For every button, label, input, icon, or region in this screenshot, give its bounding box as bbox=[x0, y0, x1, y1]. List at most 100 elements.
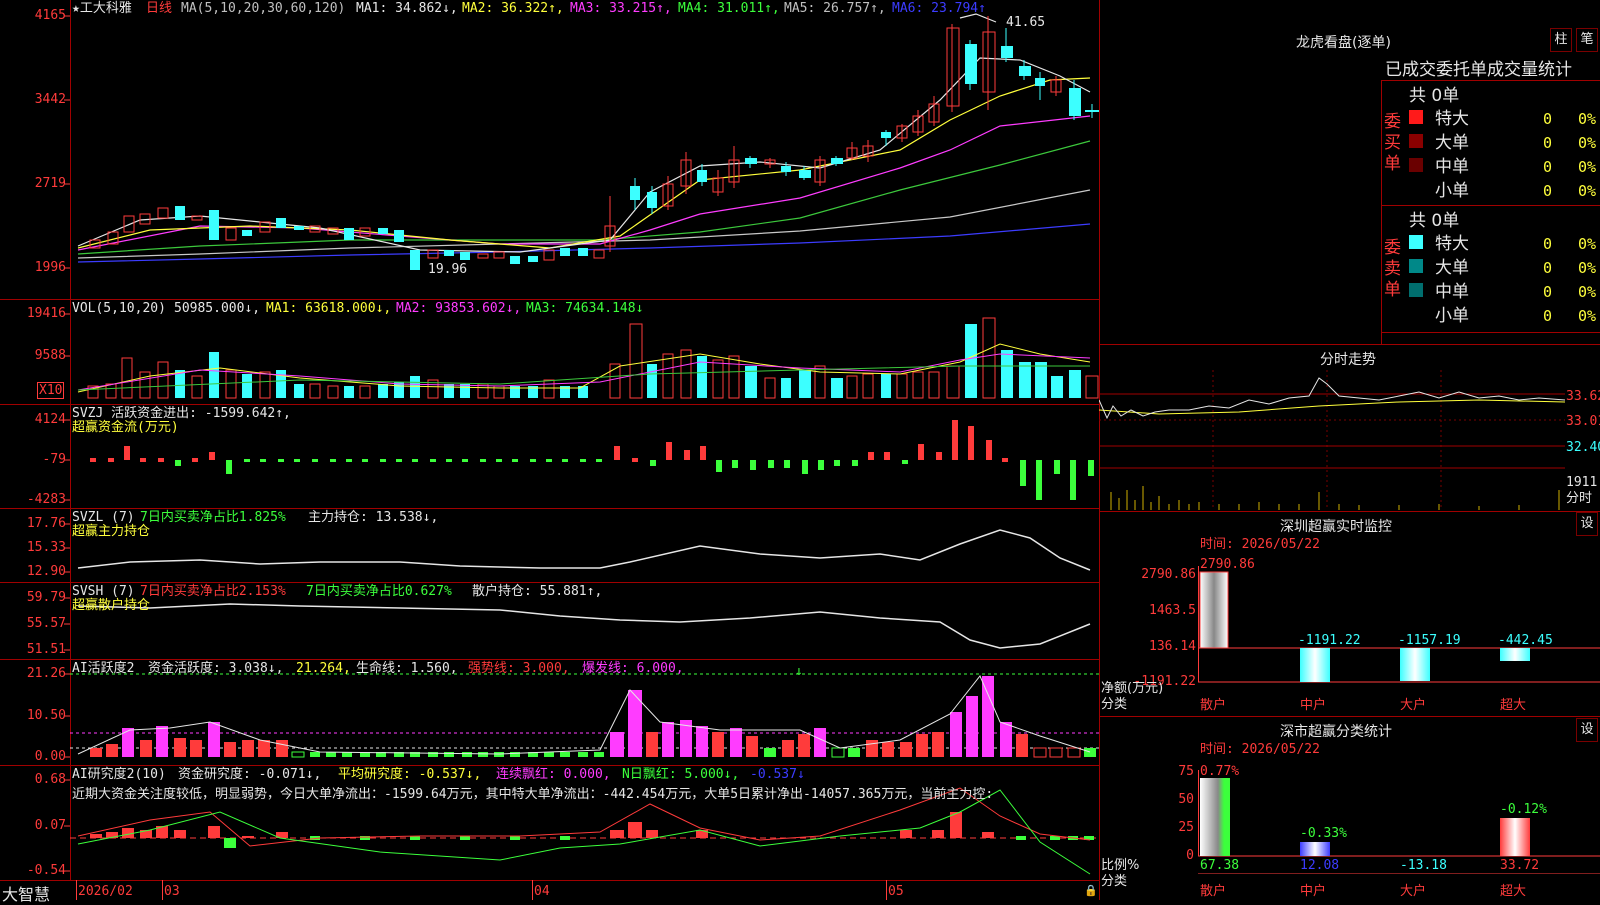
stock-name[interactable]: ★工大科雅 bbox=[72, 1, 132, 16]
unit-label: 分类 bbox=[1101, 697, 1128, 712]
ai-research-e: -0.537↓ bbox=[750, 767, 805, 782]
buy-total: 共 0单 bbox=[1409, 86, 1460, 106]
intraday-chart bbox=[1099, 370, 1565, 510]
ai-active-c: 生命线: 1.560, bbox=[356, 661, 458, 676]
unit-label: 分类 bbox=[1101, 874, 1128, 889]
classify-time: 时间: 2026/05/22 bbox=[1200, 742, 1320, 757]
monitor-time: 时间: 2026/05/22 bbox=[1200, 537, 1320, 552]
category-label: 大户 bbox=[1400, 884, 1427, 899]
unit-label: 净额(万元) bbox=[1101, 681, 1164, 696]
ai-research-b: 平均研究度: -0.537↓, bbox=[338, 767, 482, 782]
category-label: 中户 bbox=[1300, 698, 1327, 713]
axis-label: 136.14 bbox=[1149, 639, 1196, 654]
tick-mode-button[interactable]: 笔 bbox=[1576, 28, 1598, 52]
category-label: 散户 bbox=[1200, 698, 1227, 713]
row-pct: 0% bbox=[1578, 110, 1597, 128]
settings-button[interactable]: 设 bbox=[1576, 718, 1598, 742]
vol-label: VOL(5,10,20) bbox=[72, 301, 166, 316]
buy-side-label: 委买单 bbox=[1384, 112, 1401, 174]
axis-label: 2790.86 bbox=[1141, 567, 1196, 582]
axis-label: 50 bbox=[1178, 792, 1194, 807]
row-name: 特大 bbox=[1435, 234, 1469, 254]
bar-mode-button[interactable]: 柱 bbox=[1550, 28, 1572, 52]
row-name: 小单 bbox=[1435, 181, 1469, 201]
row-pct: 0% bbox=[1578, 158, 1597, 176]
ai-active-a: 资金活跃度: 3.038↓, bbox=[148, 661, 284, 676]
low-price-label: 19.96 bbox=[428, 262, 468, 277]
row-count: 0 bbox=[1542, 158, 1552, 176]
intraday-label: 分时 bbox=[1566, 491, 1593, 506]
category-label: 中户 bbox=[1300, 884, 1327, 899]
lhb-header: 已成交委托单成交量统计 bbox=[1385, 60, 1572, 80]
ma5-value: MA5: 26.757↑, bbox=[784, 1, 886, 16]
axis-label: 25 bbox=[1178, 820, 1194, 835]
sell-side-label: 委卖单 bbox=[1384, 238, 1401, 300]
category-label: 大户 bbox=[1400, 698, 1427, 713]
sell-pcts: 0% 0% 0% 0% bbox=[1578, 232, 1596, 328]
ai-active-d: 强势线: 3.000, bbox=[468, 661, 570, 676]
price-label: 33.01 bbox=[1566, 414, 1600, 429]
classify-title: 深市超赢分类统计 bbox=[1280, 724, 1392, 740]
vol-ma1: MA1: 63618.000↓, bbox=[266, 301, 392, 316]
pct-label: -0.12% bbox=[1500, 802, 1547, 817]
row-name: 中单 bbox=[1435, 157, 1469, 177]
svsh-label: SVSH (7) bbox=[72, 584, 135, 599]
value-label: -13.18 bbox=[1400, 858, 1447, 873]
svzj-sub: 超赢资金流(万元) bbox=[72, 420, 179, 435]
category-label: 超大 bbox=[1500, 698, 1527, 713]
sell-rows: 特大 大单 中单 小单 bbox=[1435, 232, 1469, 328]
row-name: 大单 bbox=[1435, 258, 1469, 278]
value-label: -1157.19 bbox=[1398, 633, 1461, 648]
svzj-label: SVZJ 活跃资金进出: -1599.642↑, bbox=[72, 406, 291, 421]
value-label: 12.08 bbox=[1300, 858, 1340, 873]
row-pct: 0% bbox=[1578, 235, 1597, 253]
value-label: -1191.22 bbox=[1298, 633, 1361, 648]
svsh-pct2: 7日内买卖净占比0.627% bbox=[306, 584, 452, 599]
ai-active-b: 21.264, bbox=[296, 661, 351, 676]
axis-label: 75 bbox=[1178, 764, 1194, 779]
unit-label: 比例% bbox=[1101, 858, 1140, 873]
sell-counts: 0 0 0 0 bbox=[1538, 232, 1552, 328]
volume-label: 1911 bbox=[1566, 475, 1598, 490]
value-label: -442.45 bbox=[1498, 633, 1553, 648]
row-count: 0 bbox=[1542, 307, 1552, 325]
high-price-label: 41.65 bbox=[1006, 15, 1046, 30]
ma3-value: MA3: 33.215↑, bbox=[570, 1, 672, 16]
monitor-title: 深圳超赢实时监控 bbox=[1280, 519, 1392, 535]
svsh-pct1: 7日内买卖净占比2.153% bbox=[140, 584, 286, 599]
ai-research-d: N日飘红: 5.000↓, bbox=[622, 767, 740, 782]
row-name: 中单 bbox=[1435, 282, 1469, 302]
ma-params: MA(5,10,20,30,60,120) bbox=[181, 1, 346, 16]
vol-ma3: MA3: 74634.148↓ bbox=[526, 301, 644, 316]
lhb-title: 龙虎看盘(逐单) bbox=[1296, 35, 1391, 51]
lock-icon[interactable]: 🔒 bbox=[1084, 884, 1098, 897]
price-label: 32.40 bbox=[1566, 440, 1600, 455]
value-label: 67.38 bbox=[1200, 858, 1240, 873]
row-count: 0 bbox=[1542, 182, 1552, 200]
legend-swatch bbox=[1409, 110, 1423, 124]
period-label[interactable]: 日线 bbox=[146, 1, 172, 16]
ma6-value: MA6: 23.794↑ bbox=[892, 1, 986, 16]
ai-research-a: 资金研究度: -0.071↓, bbox=[178, 767, 322, 782]
settings-button[interactable]: 设 bbox=[1576, 512, 1598, 536]
legend-swatch bbox=[1409, 259, 1423, 273]
row-pct: 0% bbox=[1578, 307, 1597, 325]
legend-swatch bbox=[1409, 235, 1423, 249]
stock-charts[interactable]: ↓ bbox=[0, 0, 1099, 900]
pct-label: -0.33% bbox=[1300, 826, 1347, 841]
ai-comment: 近期大资金关注度较低，明显弱势，今日大单净流出：-1599.64万元，其中特大单… bbox=[72, 787, 994, 802]
category-label: 超大 bbox=[1500, 884, 1527, 899]
legend-swatch bbox=[1409, 134, 1423, 148]
axis-label: 1463.5 bbox=[1149, 603, 1196, 618]
axis-label: 0 bbox=[1186, 848, 1194, 863]
buy-rows: 特大 大单 中单 小单 bbox=[1435, 107, 1469, 203]
intraday-title: 分时走势 bbox=[1320, 352, 1376, 368]
row-count: 0 bbox=[1542, 235, 1552, 253]
price-label: 33.62 bbox=[1566, 389, 1600, 404]
row-count: 0 bbox=[1542, 110, 1552, 128]
brand-logo: 大智慧 bbox=[2, 885, 51, 904]
ma1-value: MA1: 34.862↓, bbox=[356, 1, 458, 16]
ma2-value: MA2: 36.322↑, bbox=[462, 1, 564, 16]
classify-chart bbox=[1198, 770, 1600, 874]
ai-research-label: AI研究度2(10) bbox=[72, 767, 166, 782]
